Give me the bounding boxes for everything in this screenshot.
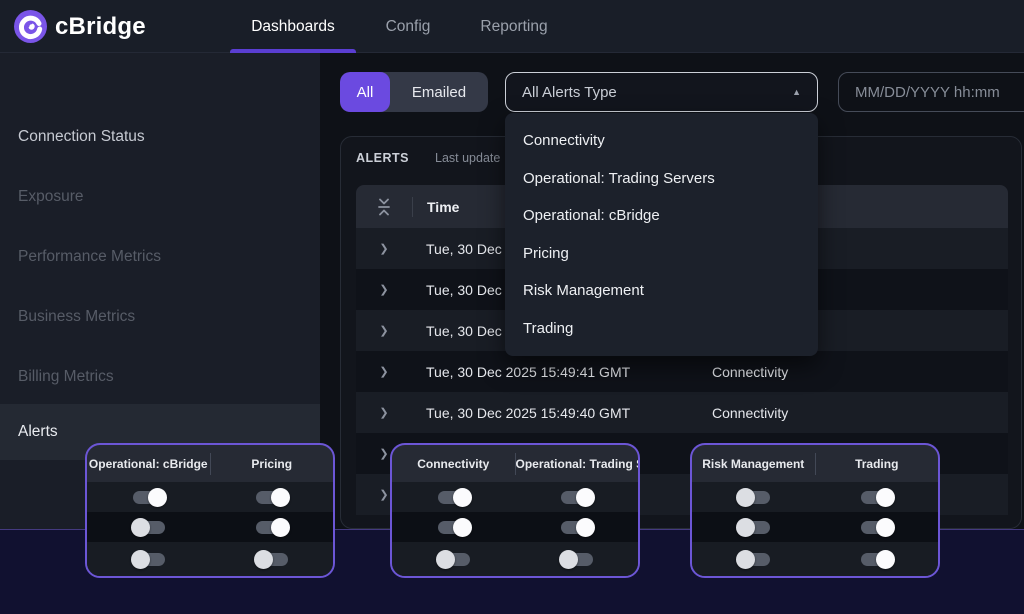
expand-row-icon[interactable]: ❯ <box>356 283 412 296</box>
tab-reporting[interactable]: Reporting <box>462 0 566 53</box>
toggle-switch[interactable] <box>133 491 165 504</box>
tab-reporting-label: Reporting <box>480 18 547 36</box>
menu-item-pricing[interactable]: Pricing <box>505 235 818 273</box>
filter-all-button[interactable]: All <box>340 72 390 112</box>
panel-column-label: Operational: cBridge <box>87 457 210 471</box>
expand-row-icon[interactable]: ❯ <box>356 324 412 337</box>
tab-config-label: Config <box>386 18 431 36</box>
collapse-all-icon[interactable] <box>356 197 412 217</box>
alert-type-select[interactable]: All Alerts Type ▲ <box>505 72 818 112</box>
alert-type-dropdown-menu: Connectivity Operational: Trading Server… <box>505 113 818 356</box>
toggle-switch[interactable] <box>738 491 770 504</box>
menu-item-operational-trading-servers[interactable]: Operational: Trading Servers <box>505 160 818 198</box>
sidebar-item-business-metrics[interactable]: Business Metrics <box>0 289 320 345</box>
app-root: cBridge Dashboards Config Reporting Conn… <box>0 0 1024 614</box>
toggle-switch[interactable] <box>438 553 470 566</box>
toggle-switch[interactable] <box>738 521 770 534</box>
toggle-panel-connectivity-trading-servers: Connectivity Operational: Trading Ser... <box>390 443 640 578</box>
panel-column-label: Trading <box>816 457 939 471</box>
toggle-switch[interactable] <box>861 521 893 534</box>
panel-column-label: Operational: Trading Ser... <box>516 457 639 471</box>
menu-item-connectivity[interactable]: Connectivity <box>505 122 818 160</box>
toggle-panel-risk-management-trading: Risk Management Trading <box>690 443 940 578</box>
expand-row-icon[interactable]: ❯ <box>356 242 412 255</box>
toggle-switch[interactable] <box>256 553 288 566</box>
toggle-switch[interactable] <box>256 521 288 534</box>
panel-column-label: Connectivity <box>392 457 515 471</box>
toggle-switch[interactable] <box>738 553 770 566</box>
expand-row-icon[interactable]: ❯ <box>356 365 412 378</box>
toggle-switch[interactable] <box>438 491 470 504</box>
panel-column-label: Risk Management <box>692 457 815 471</box>
toggle-switch[interactable] <box>133 521 165 534</box>
alerts-last-update-label: Last update <box>435 151 500 165</box>
cbridge-logo[interactable]: cBridge <box>14 10 146 43</box>
toggle-switch[interactable] <box>256 491 288 504</box>
sidebar-item-exposure[interactable]: Exposure <box>0 169 320 225</box>
top-navigation-bar: cBridge Dashboards Config Reporting <box>0 0 1024 53</box>
sidebar-item-connection-status[interactable]: Connection Status <box>0 109 320 165</box>
toggle-switch[interactable] <box>133 553 165 566</box>
sidebar-item-billing-metrics[interactable]: Billing Metrics <box>0 349 320 405</box>
toggle-switch[interactable] <box>438 521 470 534</box>
alerts-title: ALERTS <box>356 151 409 165</box>
cbridge-logo-icon <box>14 10 47 43</box>
tab-config[interactable]: Config <box>370 0 446 53</box>
alert-filter-segmented-control: All Emailed <box>340 72 488 112</box>
menu-item-trading[interactable]: Trading <box>505 310 818 348</box>
expand-row-icon[interactable]: ❯ <box>356 406 412 419</box>
toggle-switch[interactable] <box>561 521 593 534</box>
tab-dashboards-label: Dashboards <box>251 18 335 36</box>
alert-row[interactable]: ❯ Tue, 30 Dec 2025 15:49:41 GMT Connecti… <box>356 351 1008 392</box>
filter-emailed-button[interactable]: Emailed <box>390 72 488 112</box>
toggle-switch[interactable] <box>561 491 593 504</box>
alerts-card-header: ALERTS Last update <box>356 151 500 165</box>
datetime-input[interactable] <box>838 72 1024 112</box>
menu-item-operational-cbridge[interactable]: Operational: cBridge <box>505 197 818 235</box>
chevron-up-icon: ▲ <box>792 87 801 97</box>
toggle-switch[interactable] <box>861 553 893 566</box>
alert-type-select-value: All Alerts Type <box>522 84 792 101</box>
tab-dashboards[interactable]: Dashboards <box>230 0 356 53</box>
time-column-header[interactable]: Time <box>413 199 459 215</box>
active-tab-underline <box>230 49 356 53</box>
sidebar-item-performance-metrics[interactable]: Performance Metrics <box>0 229 320 285</box>
alert-row[interactable]: ❯ Tue, 30 Dec 2025 15:49:40 GMT Connecti… <box>356 392 1008 433</box>
logo-text: cBridge <box>55 13 146 41</box>
toggle-switch[interactable] <box>561 553 593 566</box>
toggle-panel-operational-cbridge-pricing: Operational: cBridge Pricing <box>85 443 335 578</box>
panel-column-label: Pricing <box>211 457 334 471</box>
menu-item-risk-management[interactable]: Risk Management <box>505 272 818 310</box>
toggle-switch[interactable] <box>861 491 893 504</box>
